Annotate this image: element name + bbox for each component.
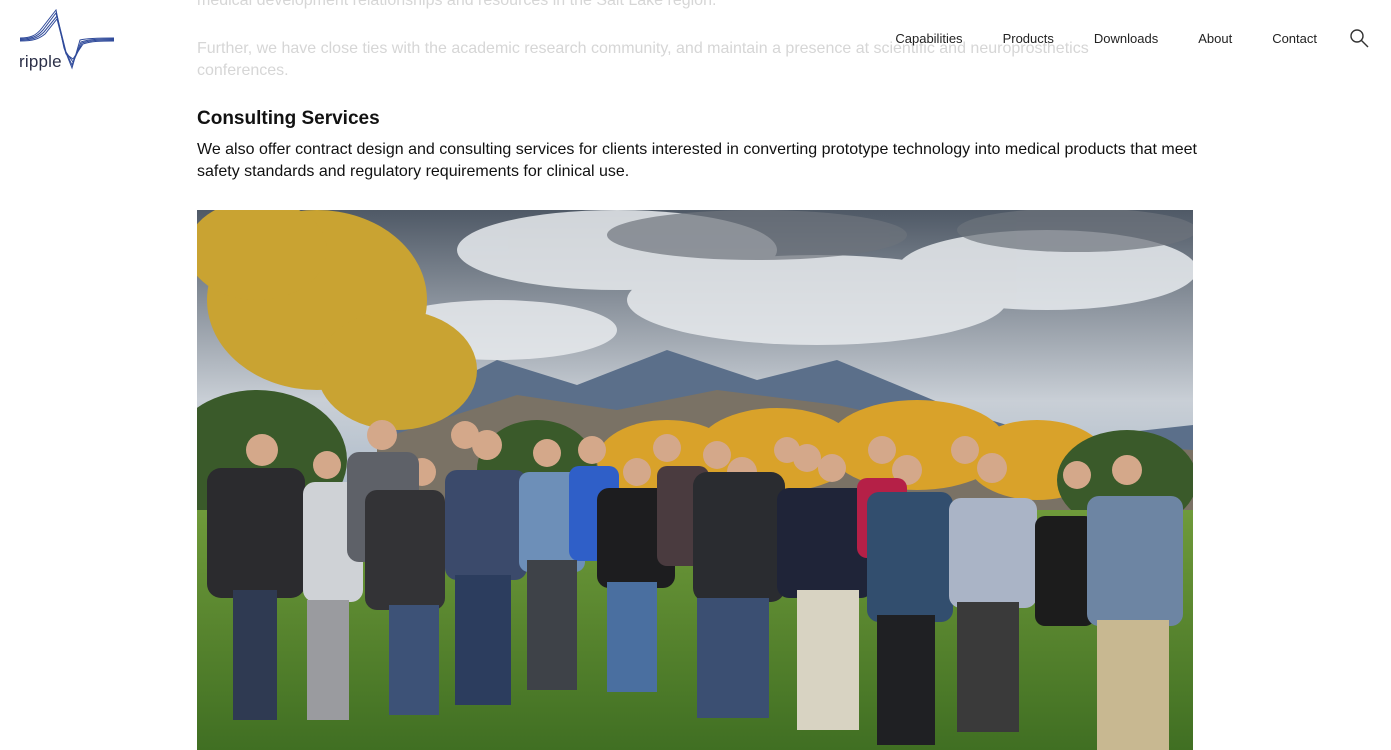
nav-contact[interactable]: Contact	[1272, 31, 1317, 46]
team-photo	[197, 210, 1193, 750]
nav-products[interactable]: Products	[1003, 31, 1054, 46]
section-heading: Consulting Services	[197, 108, 380, 129]
ripple-logo[interactable]: ripple	[18, 8, 116, 71]
faded-paragraph-partial: medical development relationships and re…	[197, 0, 717, 9]
page: medical development relationships and re…	[0, 0, 1391, 750]
nav-about[interactable]: About	[1198, 31, 1232, 46]
nav-capabilities[interactable]: Capabilities	[895, 31, 962, 46]
brand-name: ripple	[19, 52, 62, 71]
section-body: We also offer contract design and consul…	[197, 141, 1197, 180]
nav-downloads[interactable]: Downloads	[1094, 31, 1158, 46]
main-nav: Capabilities Products Downloads About Co…	[855, 28, 1369, 48]
team-photo-illustration	[197, 210, 1193, 750]
search-icon[interactable]	[1349, 28, 1369, 48]
